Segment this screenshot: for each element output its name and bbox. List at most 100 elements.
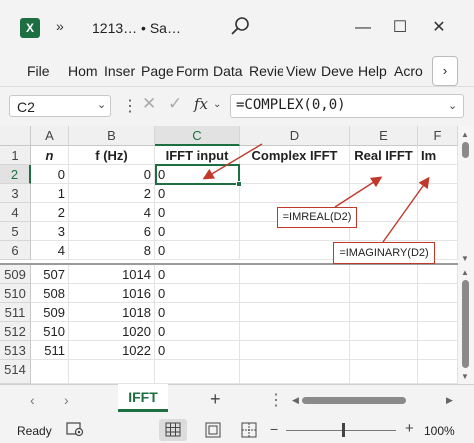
more-options-icon[interactable]: ⋮ — [122, 96, 138, 116]
scroll-down-icon[interactable]: ▼ — [461, 372, 469, 381]
macro-recording-icon[interactable] — [66, 421, 84, 437]
cell-n[interactable]: 2 — [31, 203, 69, 222]
column-header-f[interactable]: F — [418, 126, 458, 146]
fill-handle[interactable] — [236, 181, 242, 187]
cell-complex-ifft[interactable] — [240, 284, 350, 303]
header-cell-ifft-input[interactable]: IFFT input — [155, 146, 240, 165]
cell-real-ifft[interactable] — [350, 284, 418, 303]
tab-data[interactable]: Data — [213, 63, 246, 79]
cell-real-ifft[interactable] — [350, 341, 418, 360]
cell-n[interactable]: 508 — [31, 284, 69, 303]
cell-f[interactable]: 1014 — [69, 265, 155, 284]
column-header-a[interactable]: A — [31, 126, 69, 146]
zoom-slider-thumb[interactable] — [342, 423, 345, 437]
prev-sheet-icon[interactable]: ‹ — [30, 392, 35, 408]
tab-formulas[interactable]: Form — [176, 63, 210, 79]
next-sheet-icon[interactable]: › — [64, 392, 69, 408]
zoom-out-button[interactable]: − — [270, 421, 278, 437]
row-header[interactable]: 3 — [0, 184, 31, 203]
cell-real-ifft[interactable] — [350, 303, 418, 322]
row-header[interactable]: 514 — [0, 360, 31, 384]
scroll-left-icon[interactable]: ◀ — [292, 395, 299, 406]
insert-function-icon[interactable]: fx — [194, 95, 208, 113]
cell-f[interactable]: 6 — [69, 222, 155, 241]
cell-ifft-input[interactable]: 0 — [155, 284, 240, 303]
cell-real-ifft[interactable] — [350, 222, 418, 241]
cancel-icon[interactable]: ✕ — [142, 94, 156, 114]
active-cell-border[interactable] — [155, 164, 240, 185]
column-header-e[interactable]: E — [350, 126, 418, 146]
cell-imag-ifft[interactable] — [418, 165, 458, 184]
column-header-b[interactable]: B — [69, 126, 155, 146]
cell-f[interactable]: 1016 — [69, 284, 155, 303]
cell-f[interactable]: 0 — [69, 165, 155, 184]
cell-imag-ifft[interactable] — [418, 284, 458, 303]
row-header[interactable]: 511 — [0, 303, 31, 322]
add-sheet-button[interactable]: + — [210, 389, 221, 410]
minimize-button[interactable]: — — [350, 16, 376, 40]
chevron-down-icon[interactable]: ⌄ — [97, 98, 106, 111]
cell-imag-ifft[interactable] — [418, 303, 458, 322]
tab-insert[interactable]: Inser — [104, 63, 138, 79]
maximize-button[interactable]: ☐ — [387, 16, 413, 40]
tab-help[interactable]: Help — [358, 63, 391, 79]
tab-view[interactable]: View — [286, 63, 318, 79]
ribbon-scroll-right-button[interactable]: › — [432, 56, 458, 86]
row-header[interactable]: 1 — [0, 146, 31, 165]
normal-view-button[interactable] — [159, 419, 187, 441]
tab-home[interactable]: Hom — [68, 63, 99, 79]
cell-complex-ifft[interactable] — [240, 165, 350, 184]
zoom-slider[interactable] — [286, 430, 396, 431]
scroll-right-icon[interactable]: ▶ — [446, 395, 453, 406]
tab-review[interactable]: Revie — [249, 63, 283, 79]
close-button[interactable]: ✕ — [426, 16, 452, 40]
cell-n[interactable]: 510 — [31, 322, 69, 341]
header-cell-imag-ifft[interactable]: Im — [418, 146, 458, 165]
chevron-down-icon[interactable]: ⌄ — [213, 99, 221, 110]
cell-real-ifft[interactable] — [350, 165, 418, 184]
search-icon[interactable] — [228, 14, 254, 40]
cell-n[interactable]: 0 — [31, 165, 69, 184]
cell-imag-ifft[interactable] — [418, 322, 458, 341]
cell-real-ifft[interactable] — [350, 265, 418, 284]
cell-imag-ifft[interactable] — [418, 222, 458, 241]
cell-n[interactable]: 507 — [31, 265, 69, 284]
row-header[interactable]: 510 — [0, 284, 31, 303]
cell-n[interactable]: 509 — [31, 303, 69, 322]
header-cell-f[interactable]: f (Hz) — [69, 146, 155, 165]
row-header[interactable]: 513 — [0, 341, 31, 360]
cell-f[interactable]: 4 — [69, 203, 155, 222]
scroll-thumb-top-pane[interactable] — [462, 142, 469, 158]
quick-access-more-button[interactable]: » — [56, 18, 64, 34]
cell-ifft-input[interactable]: 0 — [155, 303, 240, 322]
cell-imag-ifft[interactable] — [418, 360, 458, 384]
row-header[interactable]: 6 — [0, 241, 31, 260]
cell-f[interactable]: 1022 — [69, 341, 155, 360]
header-cell-complex-ifft[interactable]: Complex IFFT — [240, 146, 350, 165]
sheet-tab-ifft[interactable]: IFFT — [118, 384, 168, 412]
row-header[interactable]: 5 — [0, 222, 31, 241]
scroll-up-icon[interactable]: ▲ — [461, 130, 469, 139]
cell-ifft-input[interactable]: 0 — [155, 241, 240, 260]
zoom-in-button[interactable]: + — [405, 420, 414, 437]
cell-ifft-input[interactable] — [155, 360, 240, 384]
sheet-options-icon[interactable]: ⋮ — [268, 390, 284, 410]
cell-ifft-input[interactable]: 0 — [155, 341, 240, 360]
column-header-d[interactable]: D — [240, 126, 350, 146]
cell-ifft-input[interactable]: 0 — [155, 203, 240, 222]
tab-file[interactable]: File — [27, 63, 50, 79]
cell-ifft-input[interactable]: 0 — [155, 184, 240, 203]
cell-n[interactable]: 1 — [31, 184, 69, 203]
cell-ifft-input[interactable]: 0 — [155, 222, 240, 241]
cell-real-ifft[interactable] — [350, 203, 418, 222]
cell-imag-ifft[interactable] — [418, 203, 458, 222]
cell-real-ifft[interactable] — [350, 360, 418, 384]
cell-n[interactable]: 3 — [31, 222, 69, 241]
horizontal-scroll-thumb[interactable] — [302, 397, 406, 404]
tab-developer[interactable]: Deve — [321, 63, 355, 79]
page-break-view-icon[interactable] — [240, 421, 258, 439]
tab-page-layout[interactable]: Page — [141, 63, 173, 79]
row-header[interactable]: 4 — [0, 203, 31, 222]
scroll-up-icon[interactable]: ▲ — [461, 268, 469, 277]
cell-imag-ifft[interactable] — [418, 184, 458, 203]
